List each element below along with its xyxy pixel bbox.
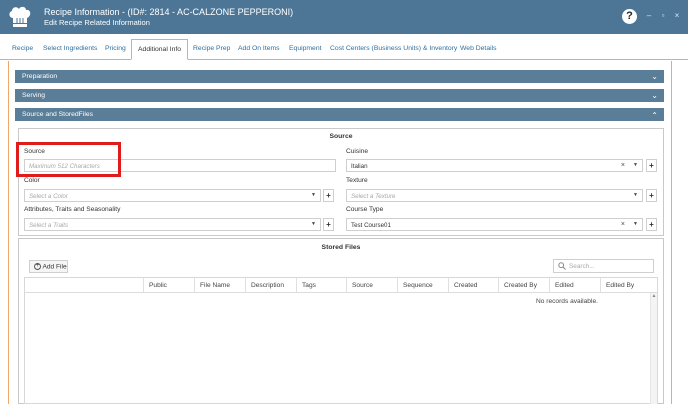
grid-header-file-name[interactable]: File Name [194, 278, 245, 292]
title-bar: Recipe Information - (ID#: 2814 - AC-CAL… [0, 0, 688, 34]
tab-web-details[interactable]: Web Details [460, 45, 497, 52]
page-scrollbar[interactable] [674, 61, 688, 404]
window-title: Recipe Information - (ID#: 2814 - AC-CAL… [44, 7, 294, 17]
tab-select-ingredients[interactable]: Select Ingredients [43, 45, 97, 52]
tab-equipment[interactable]: Equipment [289, 45, 322, 52]
cuisine-label: Cuisine [346, 148, 368, 155]
chevron-down-icon: ⌄ [651, 91, 658, 100]
grid-header-created[interactable]: Created [448, 278, 498, 292]
section-source-stored-files[interactable]: Source and StoredFiles ⌃ [15, 108, 664, 121]
attributes-placeholder: Select a Traits [29, 222, 69, 229]
course-type-label: Course Type [346, 206, 384, 213]
cuisine-select[interactable]: Italian × ▼ [346, 159, 643, 172]
stored-files-grid [24, 277, 658, 404]
grid-header-sequence[interactable]: Sequence [397, 278, 448, 292]
clear-icon[interactable]: × [621, 219, 625, 230]
add-color-button[interactable]: + [323, 189, 334, 202]
add-attribute-button[interactable]: + [323, 218, 334, 231]
chevron-down-icon[interactable]: ▼ [311, 219, 316, 230]
grid-header-description[interactable]: Description [245, 278, 296, 292]
chevron-up-icon: ⌃ [651, 111, 658, 120]
chevron-down-icon[interactable]: ▼ [311, 190, 316, 201]
no-records-message: No records available. [536, 298, 598, 305]
add-course-type-button[interactable]: + [646, 218, 657, 231]
chef-hat-icon [9, 6, 31, 27]
annotation-highlight-box [16, 142, 121, 177]
help-icon[interactable]: ? [622, 9, 637, 24]
scroll-up-icon[interactable]: ▲ [651, 293, 657, 299]
tab-recipe[interactable]: Recipe [12, 45, 33, 52]
search-icon [558, 262, 566, 270]
grid-header-divider [25, 292, 657, 293]
source-panel-title: Source [329, 133, 353, 140]
tab-pricing[interactable]: Pricing [105, 45, 126, 52]
texture-placeholder: Select a Texture [351, 193, 396, 200]
color-label: Color [24, 177, 40, 184]
section-label: Serving [22, 92, 46, 99]
grid-header-edited[interactable]: Edited [549, 278, 600, 292]
chevron-down-icon[interactable]: ▼ [633, 190, 638, 201]
tab-recipe-prep[interactable]: Recipe Prep [193, 45, 230, 52]
attributes-select[interactable]: Select a Traits ▼ [24, 218, 321, 231]
grid-header-select [25, 278, 143, 292]
grid-header-created-by[interactable]: Created By [498, 278, 549, 292]
close-icon[interactable]: × [672, 11, 682, 21]
search-placeholder: Search... [569, 263, 595, 270]
add-texture-button[interactable]: + [646, 189, 657, 202]
texture-label: Texture [346, 177, 368, 184]
course-type-value: Test Course01 [351, 222, 391, 229]
attributes-label: Attributes, Traits and Seasonality [24, 206, 121, 213]
tab-additional-info[interactable]: Additional Info [131, 39, 189, 60]
grid-header-source[interactable]: Source [346, 278, 397, 292]
texture-select[interactable]: Select a Texture ▼ [346, 189, 643, 202]
cuisine-value: Italian [351, 163, 368, 170]
restore-icon[interactable]: ▫ [658, 11, 668, 21]
grid-header-public[interactable]: Public [143, 278, 194, 292]
grid-scrollbar[interactable]: ▲ [650, 293, 657, 404]
section-serving[interactable]: Serving ⌄ [15, 89, 664, 102]
chevron-down-icon: ⌄ [651, 72, 658, 81]
grid-header-edited-by[interactable]: Edited By [600, 278, 657, 292]
search-input[interactable]: Search... [553, 259, 654, 273]
tab-cost-centers[interactable]: Cost Centers (Business Units) & Inventor… [330, 45, 457, 52]
tab-add-on-items[interactable]: Add On Items [238, 45, 280, 52]
section-label: Source and StoredFiles [22, 111, 94, 118]
clear-icon[interactable]: × [621, 160, 625, 171]
stored-files-title: Stored Files [321, 244, 361, 251]
color-select[interactable]: Select a Color ▼ [24, 189, 321, 202]
add-file-label: Add File [42, 263, 67, 271]
grid-header-tags[interactable]: Tags [296, 278, 346, 292]
window-subtitle: Edit Recipe Related Information [44, 18, 150, 27]
color-placeholder: Select a Color [29, 193, 68, 200]
plus-circle-icon: + [34, 263, 41, 270]
section-preparation[interactable]: Preparation ⌄ [15, 70, 664, 83]
add-file-button[interactable]: + Add File [29, 260, 68, 273]
tab-bar: Recipe Select Ingredients Pricing Additi… [0, 34, 688, 60]
chevron-down-icon[interactable]: ▼ [633, 160, 638, 171]
chevron-down-icon[interactable]: ▼ [633, 219, 638, 230]
minimize-icon[interactable]: – [644, 11, 654, 21]
section-label: Preparation [22, 73, 58, 80]
add-cuisine-button[interactable]: + [646, 159, 657, 172]
course-type-select[interactable]: Test Course01 × ▼ [346, 218, 643, 231]
